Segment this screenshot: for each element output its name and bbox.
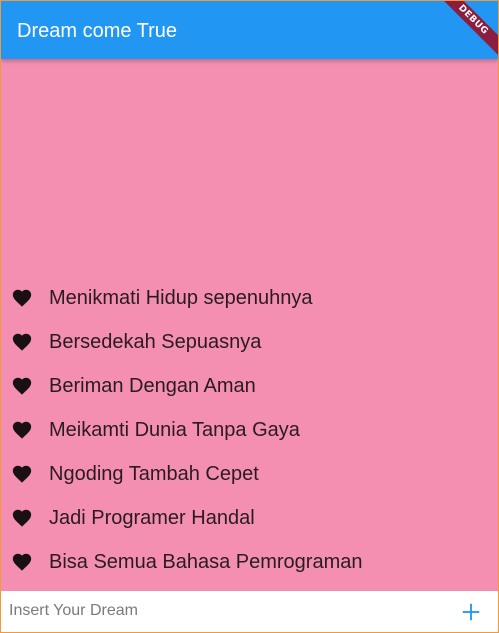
list-item[interactable]: Menikmati Hidup sepenuhnya: [1, 276, 498, 320]
list-item[interactable]: Jadi Programer Handal: [1, 496, 498, 540]
list-item-label: Jadi Programer Handal: [49, 506, 255, 529]
list-item[interactable]: Ngoding Tambah Cepet: [1, 452, 498, 496]
heart-icon: [12, 553, 32, 571]
list-item[interactable]: Meikamti Dunia Tanpa Gaya: [1, 408, 498, 452]
page-title: Dream come True: [17, 20, 178, 42]
heart-icon: [12, 421, 32, 439]
heart-icon: [12, 465, 32, 483]
list-item-label: Ngoding Tambah Cepet: [49, 462, 259, 485]
list-item-label: Bisa Semua Bahasa Pemrograman: [49, 550, 363, 573]
list-item[interactable]: Bersedekah Sepuasnya: [1, 320, 498, 364]
plus-icon[interactable]: [460, 601, 482, 623]
list-item-label: Bersedekah Sepuasnya: [49, 330, 262, 353]
list-item[interactable]: Beriman Dengan Aman: [1, 364, 498, 408]
dream-input-bar: [1, 591, 498, 632]
heart-icon: [12, 289, 32, 307]
app-bar: Dream come True: [1, 1, 498, 59]
app-window: Dream come True DEBUG Menikmati Hidup se…: [0, 0, 499, 633]
dream-input[interactable]: [9, 599, 439, 623]
list-item-label: Beriman Dengan Aman: [49, 374, 256, 397]
heart-icon: [12, 509, 32, 527]
list-item-label: Meikamti Dunia Tanpa Gaya: [49, 418, 300, 441]
list-item[interactable]: Bisa Semua Bahasa Pemrograman: [1, 540, 498, 584]
heart-icon: [12, 377, 32, 395]
heart-icon: [12, 333, 32, 351]
dream-list: Menikmati Hidup sepenuhnya Bersedekah Se…: [1, 276, 498, 584]
list-item-label: Menikmati Hidup sepenuhnya: [49, 286, 313, 309]
